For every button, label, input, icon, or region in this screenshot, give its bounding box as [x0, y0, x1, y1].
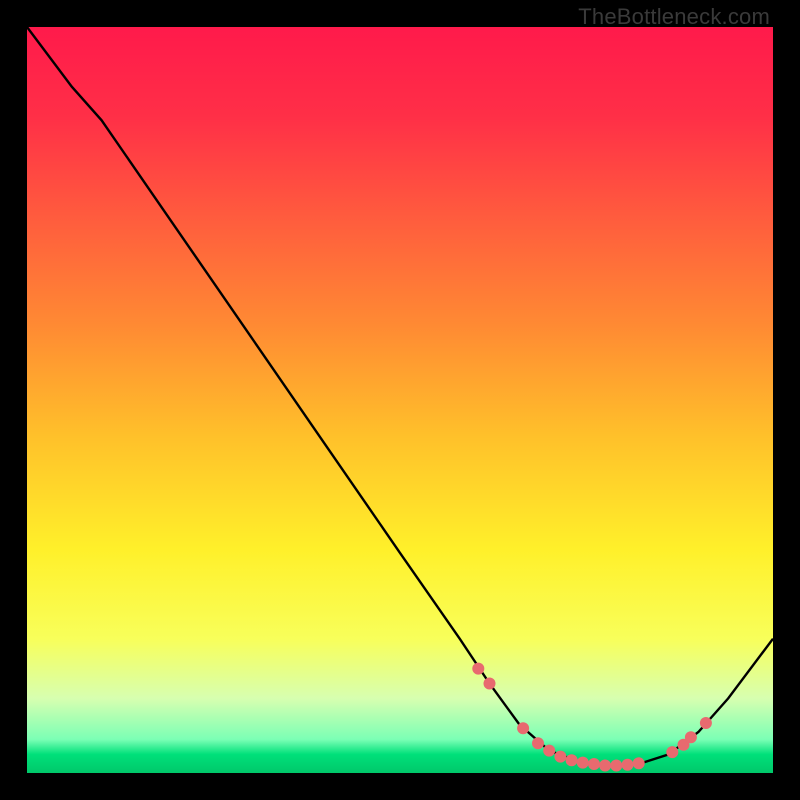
- chart-frame: [27, 27, 773, 773]
- data-marker: [577, 757, 589, 769]
- chart-background: [27, 27, 773, 773]
- watermark-text: TheBottleneck.com: [578, 4, 770, 30]
- data-marker: [685, 731, 697, 743]
- bottleneck-chart: [27, 27, 773, 773]
- data-marker: [633, 757, 645, 769]
- data-marker: [472, 663, 484, 675]
- data-marker: [588, 758, 600, 770]
- data-marker: [566, 754, 578, 766]
- data-marker: [599, 760, 611, 772]
- data-marker: [532, 737, 544, 749]
- data-marker: [517, 722, 529, 734]
- data-marker: [666, 746, 678, 758]
- data-marker: [554, 751, 566, 763]
- data-marker: [484, 678, 496, 690]
- data-marker: [543, 745, 555, 757]
- data-marker: [622, 759, 634, 771]
- data-marker: [700, 717, 712, 729]
- data-marker: [610, 760, 622, 772]
